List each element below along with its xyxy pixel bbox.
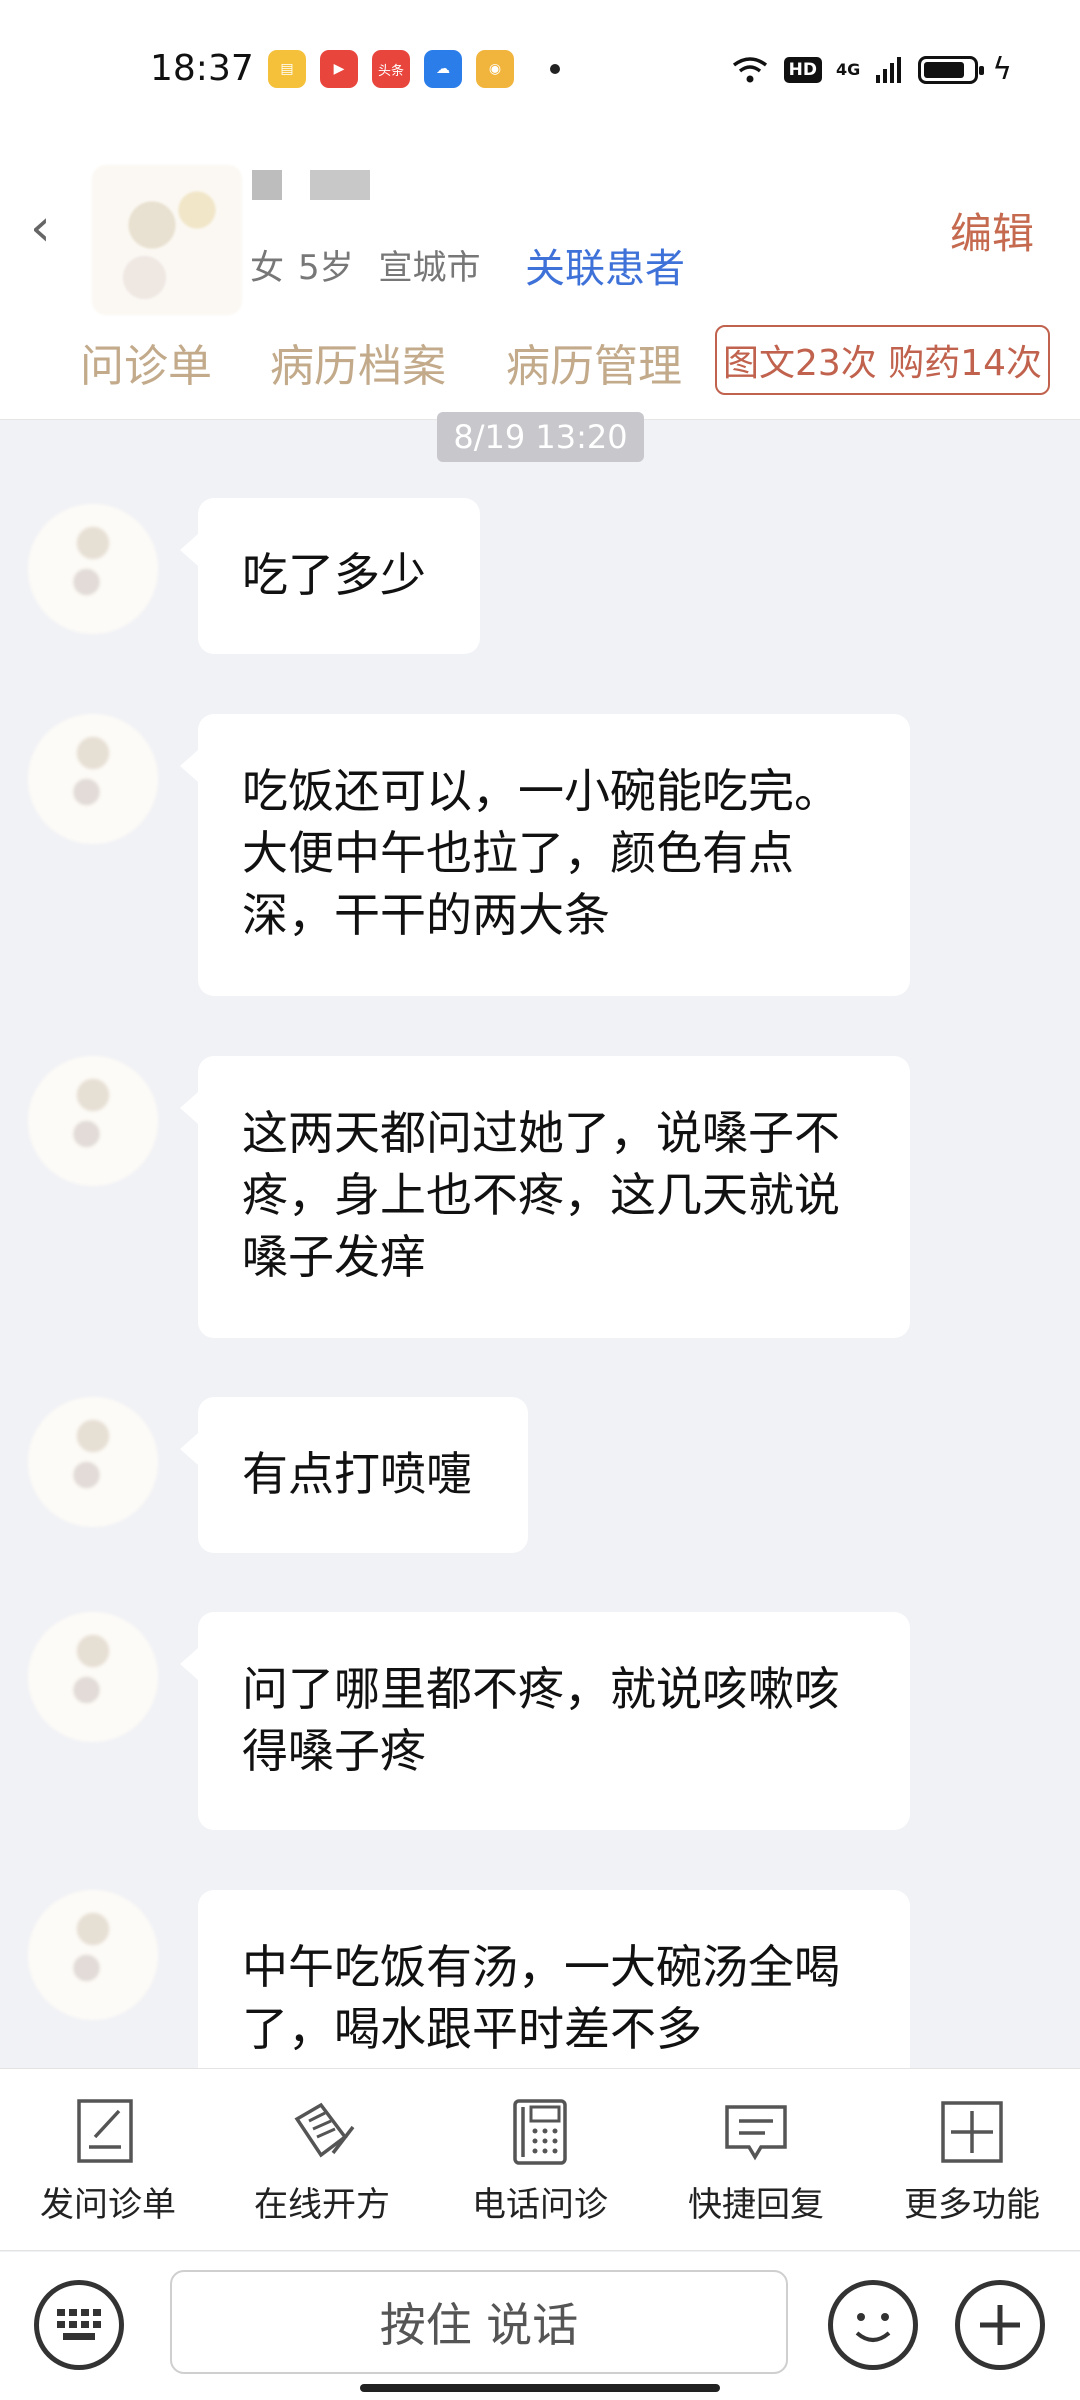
more-plus-icon	[941, 2101, 1003, 2163]
message-bubble[interactable]: 问了哪里都不疼，就说咳嗽咳 得嗓子疼	[180, 1612, 910, 1830]
patient-city: 宣城市	[378, 248, 481, 288]
form-edit-icon	[77, 2099, 133, 2163]
patient-age: 5岁	[298, 248, 354, 288]
message-bubble[interactable]: 有点打喷嚏	[180, 1397, 528, 1553]
back-icon[interactable]: ‹	[30, 198, 51, 258]
tool-label: 发问诊单	[40, 2185, 176, 2225]
sender-avatar[interactable]	[28, 714, 158, 844]
tab-record-management[interactable]: 病历管理	[506, 330, 682, 394]
attach-plus-button[interactable]	[955, 2280, 1045, 2370]
wifi-icon	[732, 56, 767, 82]
patient-gender: 女	[250, 248, 284, 288]
patient-avatar	[92, 165, 242, 315]
phone-icon	[513, 2099, 567, 2165]
online-prescription-button[interactable]: 在线开方	[222, 2097, 422, 2226]
status-bar: 18:37 ▤ ▶ 头条 ☁ ◉ HD 4G ϟ	[0, 0, 1080, 140]
message-line: 问了哪里都不疼，就说咳嗽咳	[242, 1662, 840, 1716]
battery-icon	[918, 55, 985, 84]
tool-label: 电话问诊	[472, 2185, 608, 2225]
patient-header: ‹ 女 5岁 宣城市 关联患者 编辑 问诊单 病历档案 病历管理 图文23次 购药…	[0, 140, 1080, 420]
emoji-button[interactable]	[828, 2280, 918, 2370]
message-bubble[interactable]: 中午吃饭有汤，一大碗汤全喝 了，喝水跟平时差不多	[198, 1890, 910, 2068]
message-line: 疼，身上也不疼，这几天就说	[242, 1168, 840, 1222]
chat-timestamp: 8/19 13:20	[437, 412, 644, 462]
tool-label: 快捷回复	[688, 2185, 824, 2225]
charging-icon: ϟ	[992, 52, 1012, 87]
tab-medical-record[interactable]: 病历档案	[270, 330, 446, 394]
toutiao-icon: 头条	[372, 50, 410, 88]
keyboard-toggle-button[interactable]	[34, 2280, 124, 2370]
prescription-icon	[294, 2102, 355, 2158]
notification-dot-icon	[550, 64, 560, 74]
hd-badge: HD	[783, 56, 822, 83]
sender-avatar[interactable]	[28, 1890, 158, 2020]
message-bubble[interactable]: 吃了多少	[180, 498, 480, 654]
edit-button[interactable]: 编辑	[950, 200, 1034, 261]
signal-icon	[876, 56, 902, 83]
hold-to-talk-button[interactable]: 按住 说话	[170, 2270, 788, 2374]
message-line: 大便中午也拉了，颜色有点	[242, 826, 794, 880]
home-indicator[interactable]	[360, 2384, 720, 2392]
status-indicators: HD 4G ϟ	[730, 52, 1012, 87]
status-time: 18:37	[150, 48, 254, 89]
message-line: 吃了多少	[242, 548, 426, 602]
message-bubble[interactable]: 这两天都问过她了，说嗓子不 疼，身上也不疼，这几天就说 嗓子发痒	[180, 1056, 910, 1338]
patient-info: 女 5岁 宣城市	[250, 240, 494, 289]
message-line: 中午吃饭有汤，一大碗汤全喝	[242, 1940, 840, 1994]
weibo-icon: ◉	[476, 50, 514, 88]
plus-icon	[980, 2305, 1020, 2345]
more-functions-button[interactable]: 更多功能	[872, 2097, 1072, 2226]
keyboard-icon	[57, 2309, 101, 2340]
function-toolbar: 发问诊单 在线开方 电话问诊 快捷回复 更多功能	[0, 2068, 1080, 2251]
sender-avatar[interactable]	[28, 1056, 158, 1186]
message-line: 这两天都问过她了，说嗓子不	[242, 1106, 840, 1160]
message-line: 得嗓子疼	[242, 1724, 426, 1778]
message-bubble[interactable]: 吃饭还可以，一小碗能吃完。 大便中午也拉了，颜色有点 深，干干的两大条	[180, 714, 910, 996]
video-app-icon: ▶	[320, 50, 358, 88]
cloud-app-icon: ☁	[424, 50, 462, 88]
quick-reply-icon	[725, 2105, 787, 2161]
smiley-icon	[855, 2313, 891, 2342]
phone-consultation-button[interactable]: 电话问诊	[440, 2097, 640, 2226]
message-line: 深，干干的两大条	[242, 888, 610, 942]
message-line: 有点打喷嚏	[242, 1447, 472, 1501]
status-app-icons: ▤ ▶ 头条 ☁ ◉	[268, 50, 560, 88]
input-bar: 按住 说话	[0, 2252, 1080, 2400]
tab-consultation-form[interactable]: 问诊单	[80, 330, 212, 394]
sender-avatar[interactable]	[28, 504, 158, 634]
link-patient-button[interactable]: 关联患者	[525, 236, 685, 294]
message-line: 嗓子发痒	[242, 1230, 426, 1284]
sender-avatar[interactable]	[28, 1397, 158, 1527]
quick-reply-button[interactable]: 快捷回复	[656, 2097, 856, 2226]
message-line: 吃饭还可以，一小碗能吃完。	[242, 764, 840, 818]
tool-label: 在线开方	[254, 2185, 390, 2225]
patient-name-redacted	[252, 170, 370, 200]
tool-label: 更多功能	[904, 2185, 1040, 2225]
message-line: 了，喝水跟平时差不多	[242, 2002, 702, 2056]
note-app-icon: ▤	[268, 50, 306, 88]
consultation-stats-badge[interactable]: 图文23次 购药14次	[715, 325, 1050, 395]
network-type: 4G	[835, 60, 861, 79]
send-consultation-form-button[interactable]: 发问诊单	[8, 2097, 208, 2226]
sender-avatar[interactable]	[28, 1612, 158, 1742]
